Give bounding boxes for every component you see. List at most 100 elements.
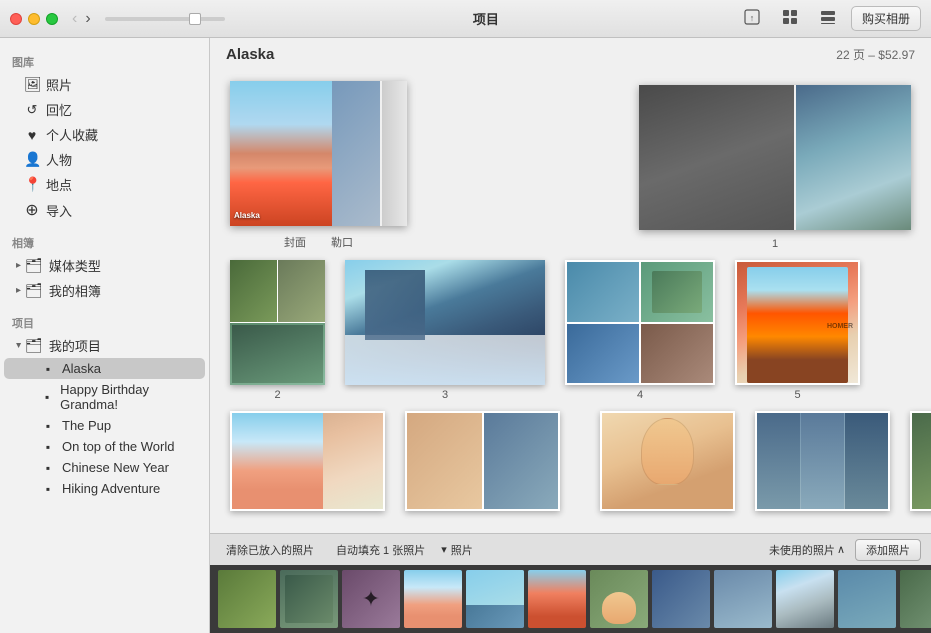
sidebar-item-photos[interactable]: 🖼 照片 xyxy=(4,72,205,97)
strip-photo-9[interactable] xyxy=(714,570,772,628)
page-item-3[interactable]: 3 xyxy=(345,260,545,401)
page2-label: 2 xyxy=(274,389,280,401)
page-item-5[interactable]: HOMER 5 xyxy=(735,260,860,401)
back-button[interactable]: ‹ xyxy=(68,10,81,28)
sidebar-item-favorites[interactable]: ♥ 个人收藏 xyxy=(4,122,205,147)
photos-icon: 🖼 xyxy=(24,76,40,93)
book-icon-alaska: ▪ xyxy=(40,362,56,376)
page4-label: 4 xyxy=(637,389,643,401)
strip-photo-11[interactable] xyxy=(838,570,896,628)
close-button[interactable] xyxy=(10,13,22,25)
app-body: 图库 🖼 照片 ↺ 回忆 ♥ 个人收藏 👤 人物 📍 地点 ⊕ 导入 相簿 ▸ … xyxy=(0,38,931,633)
expand-arrow-albums: ▸ xyxy=(16,285,21,296)
view1-button[interactable] xyxy=(775,6,805,31)
export-button[interactable]: ↑ xyxy=(737,6,767,31)
traffic-lights xyxy=(10,13,58,25)
sidebar-item-on-top[interactable]: ▪ On top of the World xyxy=(4,436,205,457)
sidebar-item-imports[interactable]: ⊕ 导入 xyxy=(4,197,205,223)
forward-button[interactable]: › xyxy=(81,10,94,28)
minimize-button[interactable] xyxy=(28,13,40,25)
page-item-9[interactable] xyxy=(755,411,890,511)
sidebar-item-places[interactable]: 📍 地点 xyxy=(4,172,205,197)
grid-row-2: 2 3 xyxy=(230,260,911,401)
strip-photo-3[interactable]: ✦ xyxy=(342,570,400,628)
expand-arrow-projects: ▸ xyxy=(13,343,24,348)
bottom-toolbar: 清除已放入的照片 自动填充 1 张照片 ▾ 照片 未使用的照片 ∧ 添加照片 xyxy=(210,533,931,565)
page-item-8[interactable] xyxy=(600,411,735,511)
clear-photos-button[interactable]: 清除已放入的照片 xyxy=(220,540,320,560)
strip-photo-5[interactable] xyxy=(466,570,524,628)
strip-photo-7[interactable] xyxy=(590,570,648,628)
title-bar: ‹ › 项目 ↑ 购买相册 xyxy=(0,0,931,38)
auto-fill-button[interactable]: 自动填充 1 张照片 xyxy=(330,540,431,560)
photo-grid[interactable]: Alaska 封面 勒口 xyxy=(210,71,931,533)
buy-photobook-button[interactable]: 购买相册 xyxy=(851,6,921,31)
page-item-1[interactable]: 1 xyxy=(639,85,911,250)
folder-icon-albums: 🗂 xyxy=(25,282,43,299)
view2-button[interactable] xyxy=(813,6,843,31)
cover-label: 封面 xyxy=(284,234,306,250)
folder-icon-projects: 🗂 xyxy=(25,337,43,354)
strip-photo-6[interactable] xyxy=(528,570,586,628)
chevron-up-icon: ∧ xyxy=(837,543,845,556)
strip-photo-4[interactable] xyxy=(404,570,462,628)
folder-icon-media: 🗂 xyxy=(25,257,43,274)
library-section-title: 图库 xyxy=(0,48,209,72)
page-item-10[interactable]: ✦ xyxy=(910,411,931,511)
album-name: Alaska xyxy=(226,46,274,63)
svg-text:↑: ↑ xyxy=(750,13,755,23)
book-icon-chinese: ▪ xyxy=(40,461,56,475)
sidebar-item-memories[interactable]: ↺ 回忆 xyxy=(4,97,205,122)
sidebar-item-media-types[interactable]: ▸ 🗂 媒体类型 xyxy=(4,253,205,278)
add-photos-button[interactable]: 添加照片 xyxy=(855,539,921,561)
flap-label: 勒口 xyxy=(331,234,353,250)
strip-photo-2[interactable] xyxy=(280,570,338,628)
content-area: Alaska 22 页 – $52.97 xyxy=(210,38,931,633)
sidebar: 图库 🖼 照片 ↺ 回忆 ♥ 个人收藏 👤 人物 📍 地点 ⊕ 导入 相簿 ▸ … xyxy=(0,38,210,633)
strip-photo-8[interactable] xyxy=(652,570,710,628)
unused-photos-dropdown[interactable]: 未使用的照片 ∧ xyxy=(769,542,845,558)
book-icon-pup: ▪ xyxy=(40,419,56,433)
grid-row-3: ✦ xyxy=(230,411,911,511)
expand-arrow-media: ▸ xyxy=(16,260,21,271)
grid-row-1: Alaska 封面 勒口 xyxy=(230,81,911,250)
sidebar-item-my-albums[interactable]: ▸ 🗂 我的相簿 xyxy=(4,278,205,303)
sidebar-item-people[interactable]: 👤 人物 xyxy=(4,147,205,172)
heart-icon: ♥ xyxy=(24,127,40,143)
page3-label: 3 xyxy=(442,389,448,401)
photo-strip[interactable]: ✦ xyxy=(210,565,931,633)
page-item-2[interactable]: 2 xyxy=(230,260,325,401)
albums-section-title: 相簿 xyxy=(0,229,209,253)
maximize-button[interactable] xyxy=(46,13,58,25)
import-icon: ⊕ xyxy=(24,200,40,220)
photo-source-selector[interactable]: ▾ 照片 xyxy=(441,542,473,558)
sidebar-item-alaska[interactable]: ▪ Alaska xyxy=(4,358,205,379)
page-item-cover[interactable]: Alaska 封面 勒口 xyxy=(230,81,407,250)
zoom-slider[interactable] xyxy=(105,17,225,21)
sidebar-item-my-projects[interactable]: ▸ 🗂 我的项目 xyxy=(4,333,205,358)
sidebar-item-happy-birthday[interactable]: ▪ Happy Birthday Grandma! xyxy=(4,379,205,415)
page-item-6[interactable] xyxy=(230,411,385,511)
memories-icon: ↺ xyxy=(24,102,40,118)
page-meta: 22 页 – $52.97 xyxy=(836,46,915,63)
sidebar-item-chinese-new[interactable]: ▪ Chinese New Year xyxy=(4,457,205,478)
window-title: 项目 xyxy=(235,9,737,28)
book-icon-hiking: ▪ xyxy=(40,482,56,496)
people-icon: 👤 xyxy=(24,151,40,168)
page-item-7[interactable] xyxy=(405,411,560,511)
page5-label: 5 xyxy=(794,389,800,401)
projects-section-title: 项目 xyxy=(0,309,209,333)
strip-photo-10[interactable] xyxy=(776,570,834,628)
chevron-down-icon: ▾ xyxy=(441,543,447,556)
title-bar-actions: ↑ 购买相册 xyxy=(737,6,921,31)
pin-icon: 📍 xyxy=(24,176,40,193)
content-header: Alaska 22 页 – $52.97 xyxy=(210,38,931,71)
strip-photo-1[interactable] xyxy=(218,570,276,628)
sidebar-item-the-pup[interactable]: ▪ The Pup xyxy=(4,415,205,436)
toolbar-right: 未使用的照片 ∧ 添加照片 xyxy=(769,539,921,561)
page-item-4[interactable]: 4 xyxy=(565,260,715,401)
strip-photo-12[interactable] xyxy=(900,570,931,628)
sidebar-item-hiking[interactable]: ▪ Hiking Adventure xyxy=(4,478,205,499)
book-icon-bday: ▪ xyxy=(40,390,54,404)
page1-label: 1 xyxy=(772,238,778,250)
